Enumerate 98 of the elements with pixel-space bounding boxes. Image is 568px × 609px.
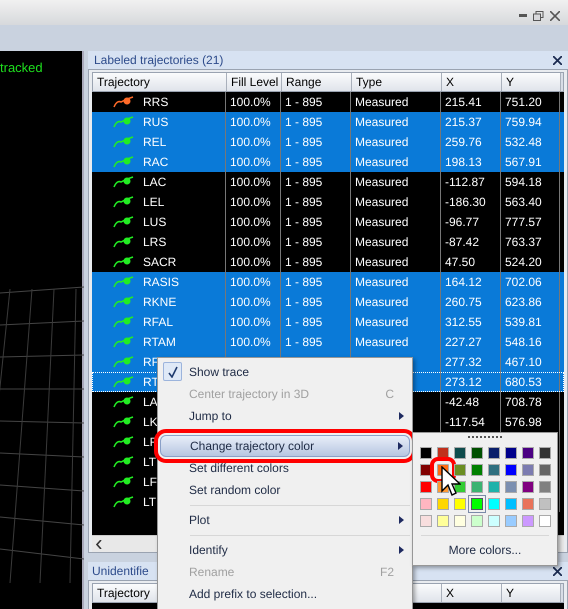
panel-title: Labeled trajectories (21) bbox=[94, 52, 224, 69]
table-cell-text: 215.37 bbox=[445, 114, 482, 131]
table-cell-text: 759.94 bbox=[505, 114, 542, 131]
table-cell-text: 100.0% bbox=[230, 314, 271, 331]
table-cell-text: 100.0% bbox=[230, 234, 271, 251]
table-cell-text: 260.75 bbox=[445, 294, 482, 311]
table-cell-text: Measured bbox=[355, 294, 408, 311]
table-cell-text: RFAL bbox=[143, 314, 174, 331]
table-cell-text: REL bbox=[143, 134, 166, 151]
table-cell-text: LUS bbox=[143, 214, 166, 231]
table-cell-text: LT bbox=[143, 454, 156, 471]
table-cell-text: 100.0% bbox=[230, 134, 271, 151]
table-cell-text: 164.12 bbox=[445, 274, 482, 291]
table-cell-text: SACR bbox=[143, 254, 176, 271]
table-cell-text: LEL bbox=[143, 194, 164, 211]
table-cell-text: Measured bbox=[355, 234, 408, 251]
table-cell-text: RT bbox=[143, 374, 159, 391]
table-cell-text: Measured bbox=[355, 134, 408, 151]
table-cell-text: RRS bbox=[143, 94, 168, 111]
table-cell-text: 215.41 bbox=[445, 94, 482, 111]
table-cell-text: 594.18 bbox=[505, 174, 542, 191]
table-cell-text: LRS bbox=[143, 234, 166, 251]
table-cell-text: 763.37 bbox=[505, 234, 542, 251]
table-cell-text: RUS bbox=[143, 114, 168, 131]
table-cell-text: Measured bbox=[355, 274, 408, 291]
table-cell-text: Measured bbox=[355, 174, 408, 191]
table-cell-text: 100.0% bbox=[230, 174, 271, 191]
table-cell-text: 259.76 bbox=[445, 134, 482, 151]
table-cell-text: -96.77 bbox=[445, 214, 480, 231]
table-cell-text: 1 - 895 bbox=[285, 314, 322, 331]
table-cell-text: 751.20 bbox=[505, 94, 542, 111]
table-cell-text: 1 - 895 bbox=[285, 134, 322, 151]
table-cell-text: 623.86 bbox=[505, 294, 542, 311]
table-cell-text: 277.32 bbox=[445, 354, 482, 371]
table-cell-text: 273.12 bbox=[445, 374, 482, 391]
table-cell-text: 47.50 bbox=[445, 254, 476, 271]
table-cell-text: 567.91 bbox=[505, 154, 542, 171]
table-cell-text: -112.87 bbox=[445, 174, 485, 191]
table-cell-text: 702.06 bbox=[505, 274, 542, 291]
status-text: tracked bbox=[0, 59, 44, 77]
table-cell-text: 1 - 895 bbox=[285, 214, 322, 231]
table-cell-text: Measured bbox=[355, 334, 408, 351]
table-cell-text: RAC bbox=[143, 154, 168, 171]
table-cell-text: LT bbox=[143, 494, 156, 511]
table-cell-text: LF bbox=[143, 474, 158, 491]
table-cell-text: 1 - 895 bbox=[285, 94, 322, 111]
table-cell-text: 1 - 895 bbox=[285, 334, 322, 351]
table-cell-text: LAC bbox=[143, 174, 166, 191]
table-cell-text: Measured bbox=[355, 154, 408, 171]
table-cell-text: Measured bbox=[355, 94, 408, 111]
table-cell-text: 100.0% bbox=[230, 214, 271, 231]
table-cell-text: 100.0% bbox=[230, 254, 271, 271]
table-cell-text: Measured bbox=[355, 114, 408, 131]
table-cell-text: -186.30 bbox=[445, 194, 486, 211]
table-cell-text: 548.16 bbox=[505, 334, 542, 351]
table-cell-text: -42.48 bbox=[445, 394, 480, 411]
table-cell-text: Measured bbox=[355, 254, 408, 271]
shortcut-text: F2 bbox=[380, 564, 394, 581]
table-cell-text: RKNE bbox=[143, 294, 176, 311]
table-cell-text: 1 - 895 bbox=[285, 114, 322, 131]
table-cell-text: Measured bbox=[355, 214, 408, 231]
table-cell-text: 563.40 bbox=[505, 194, 542, 211]
table-cell-text: -87.42 bbox=[445, 234, 480, 251]
table-cell-text: 312.55 bbox=[445, 314, 482, 331]
table-cell-text: 1 - 895 bbox=[285, 294, 322, 311]
table-cell-text: 1 - 895 bbox=[285, 194, 322, 211]
table-cell-text: RF bbox=[143, 354, 159, 371]
table-cell-text: 777.57 bbox=[505, 214, 542, 231]
table-cell-text: 100.0% bbox=[230, 94, 271, 111]
table-cell-text: Measured bbox=[355, 194, 408, 211]
table-cell-text: RTAM bbox=[143, 334, 176, 351]
table-cell-text: 100.0% bbox=[230, 334, 271, 351]
table-cell-text: 100.0% bbox=[230, 274, 271, 291]
shortcut-text: C bbox=[385, 386, 394, 403]
table-cell-text: 680.53 bbox=[505, 374, 542, 391]
table-cell-text: 708.78 bbox=[505, 394, 542, 411]
table-cell-text: 524.20 bbox=[505, 254, 542, 271]
table-cell-text: 1 - 895 bbox=[285, 274, 322, 291]
table-cell-text: 198.13 bbox=[445, 154, 482, 171]
table-cell-text: 100.0% bbox=[230, 154, 271, 171]
table-cell-text: 532.48 bbox=[505, 134, 542, 151]
table-cell-text: 1 - 895 bbox=[285, 154, 322, 171]
table-cell-text: 467.10 bbox=[505, 354, 542, 371]
table-cell-text: 576.98 bbox=[505, 414, 542, 431]
table-cell-text: 227.27 bbox=[445, 334, 482, 351]
table-cell-text: 1 - 895 bbox=[285, 174, 322, 191]
table-cell-text: 1 - 895 bbox=[285, 234, 322, 251]
panel-title: Unidentifie bbox=[92, 563, 149, 580]
table-cell-text: 100.0% bbox=[230, 294, 271, 311]
table-cell-text: LK bbox=[143, 414, 158, 431]
table-cell-text: Measured bbox=[355, 314, 408, 331]
table-cell-text: 539.81 bbox=[505, 314, 542, 331]
table-cell-text: RASIS bbox=[143, 274, 180, 291]
table-cell-text: 100.0% bbox=[230, 194, 271, 211]
table-cell-text: 100.0% bbox=[230, 114, 271, 131]
table-cell-text: 1 - 895 bbox=[285, 254, 322, 271]
table-cell-text: -117.54 bbox=[445, 414, 485, 431]
table-cell-text: LA bbox=[143, 394, 158, 411]
